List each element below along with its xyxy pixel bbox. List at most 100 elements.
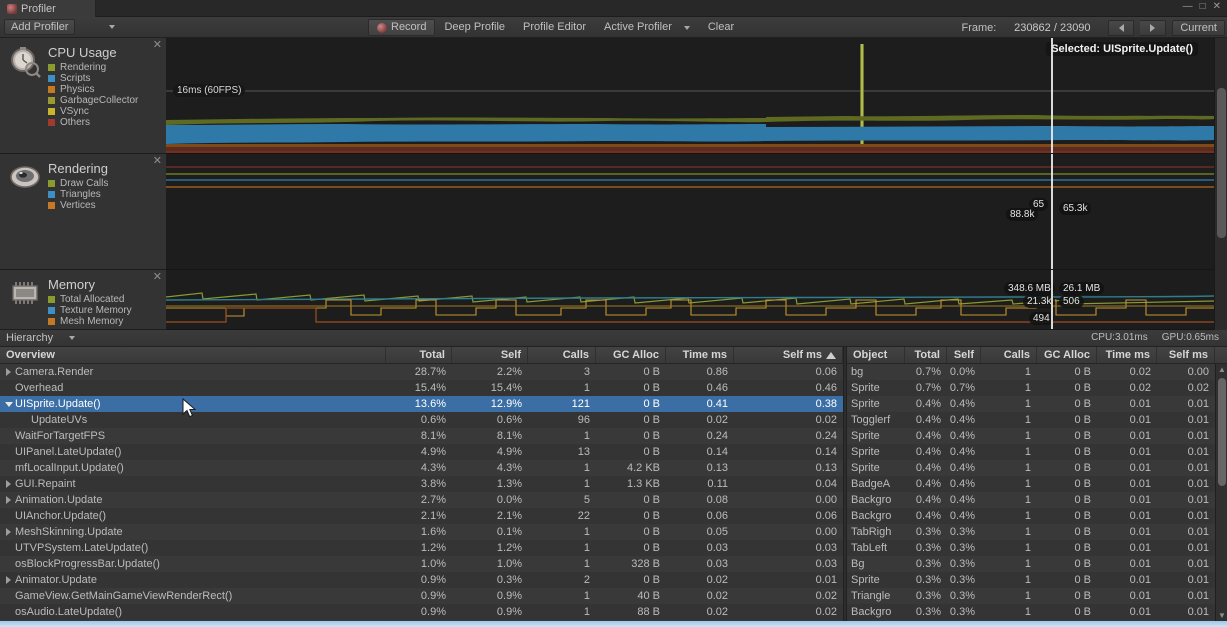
column-overview[interactable]: Overview — [0, 347, 386, 363]
object-scrollbar-thumb[interactable] — [1218, 378, 1226, 486]
legend-vertices[interactable]: Vertices — [48, 200, 108, 211]
column-r-self[interactable]: Self — [947, 347, 981, 363]
column-total[interactable]: Total — [386, 347, 452, 363]
legend-garbagecollector[interactable]: GarbageCollector — [48, 95, 138, 106]
column-r-self-ms[interactable]: Self ms — [1157, 347, 1215, 363]
table-row[interactable]: Sprite 0.7% 0.7% 1 0 B 0.02 0.02 — [847, 380, 1215, 396]
column-r-total[interactable]: Total — [905, 347, 947, 363]
rendering-playhead[interactable] — [1051, 154, 1053, 269]
module-memory-close-icon[interactable]: ✕ — [153, 272, 162, 283]
column-self-ms[interactable]: Self ms — [734, 347, 843, 363]
tab-profiler[interactable]: Profiler — [0, 0, 96, 17]
table-row[interactable]: Animation.Update 2.7% 0.0% 5 0 B 0.08 0.00 — [0, 492, 843, 508]
foldout-expanded-icon[interactable] — [2, 401, 15, 407]
table-row[interactable]: GUI.Repaint 3.8% 1.3% 1 1.3 KB 0.11 0.04 — [0, 476, 843, 492]
module-memory[interactable]: ✕ Memory Total Allocated Texture Memory … — [0, 270, 166, 330]
table-row[interactable]: WaitForTargetFPS 8.1% 8.1% 1 0 B 0.24 0.24 — [0, 428, 843, 444]
column-time-ms[interactable]: Time ms — [666, 347, 734, 363]
table-row[interactable]: osAudio.LateUpdate() 0.9% 0.9% 1 88 B 0.02 0.0… — [0, 604, 843, 620]
module-cpu-close-icon[interactable]: ✕ — [153, 40, 162, 51]
table-row[interactable]: MeshSkinning.Update 1.6% 0.1% 1 0 B 0.05 0.00 — [0, 524, 843, 540]
column-self[interactable]: Self — [452, 347, 528, 363]
column-gc-alloc[interactable]: GC Alloc — [596, 347, 666, 363]
legend-rendering[interactable]: Rendering — [48, 62, 138, 73]
active-profiler-dropdown[interactable]: Active Profiler — [595, 19, 699, 36]
next-frame-button[interactable] — [1140, 19, 1167, 36]
table-row[interactable]: Sprite 0.3% 0.3% 1 0 B 0.01 0.01 — [847, 572, 1215, 588]
table-row[interactable]: Bg 0.3% 0.3% 1 0 B 0.01 0.01 — [847, 556, 1215, 572]
table-row[interactable]: Animator.Update 0.9% 0.3% 2 0 B 0.02 0.01 — [0, 572, 843, 588]
table-row[interactable]: osBlockProgressBar.Update() 1.0% 1.0% 1 328 … — [0, 556, 843, 572]
memory-playhead[interactable] — [1051, 270, 1053, 329]
table-row[interactable]: Camera.Render 28.7% 2.2% 3 0 B 0.86 0.06 — [0, 364, 843, 380]
object-table-body[interactable]: bg 0.7% 0.0% 1 0 B 0.02 0.00 Sprite 0.7% 0.7% 1 0 B… — [847, 364, 1215, 621]
legend-scripts[interactable]: Scripts — [48, 73, 138, 84]
table-row[interactable]: Triangle 0.3% 0.3% 1 0 B 0.01 0.01 — [847, 588, 1215, 604]
table-row[interactable]: TabLeft 0.3% 0.3% 1 0 B 0.01 0.01 — [847, 540, 1215, 556]
legend-others[interactable]: Others — [48, 117, 138, 128]
foldout-collapsed-icon[interactable] — [2, 528, 15, 536]
profile-editor-button[interactable]: Profile Editor — [514, 19, 595, 36]
legend-total-allocated[interactable]: Total Allocated — [48, 294, 132, 305]
add-profiler-dropdown[interactable]: Add Profiler — [4, 19, 76, 35]
table-row[interactable]: UIAnchor.Update() 2.1% 2.1% 22 0 B 0.06 0.06 — [0, 508, 843, 524]
foldout-collapsed-icon[interactable] — [2, 368, 15, 376]
deep-profile-button[interactable]: Deep Profile — [435, 19, 514, 36]
table-row[interactable]: Backgro 0.4% 0.4% 1 0 B 0.01 0.01 — [847, 508, 1215, 524]
cpu-usage-graph[interactable]: 16ms (60FPS) Selected: UISprite.Update() — [166, 38, 1214, 154]
current-frame-button[interactable]: Current — [1172, 19, 1225, 36]
table-row[interactable]: mfLocalInput.Update() 4.3% 4.3% 1 4.2 KB 0.13… — [0, 460, 843, 476]
hierarchy-mode-dropdown[interactable]: Hierarchy — [6, 332, 76, 344]
scroll-up-icon[interactable]: ▲ — [1216, 364, 1227, 375]
prev-frame-button[interactable] — [1108, 19, 1135, 36]
table-row[interactable]: bg 0.7% 0.0% 1 0 B 0.02 0.00 — [847, 364, 1215, 380]
memory-graph[interactable]: 348.6 MB 21.3k 494 26.1 MB 506 — [166, 270, 1214, 330]
column-r-gc-alloc[interactable]: GC Alloc — [1037, 347, 1097, 363]
table-row[interactable]: Backgro 0.3% 0.3% 1 0 B 0.01 0.01 — [847, 604, 1215, 620]
table-row[interactable]: UpdateUVs 0.6% 0.6% 96 0 B 0.02 0.02 — [0, 412, 843, 428]
record-button[interactable]: Record — [368, 19, 436, 36]
module-cpu-usage[interactable]: ✕ CPU Usage Rendering Scripts Physics Ga… — [0, 38, 166, 154]
table-row[interactable]: Sprite 0.4% 0.4% 1 0 B 0.01 0.01 — [847, 460, 1215, 476]
table-row[interactable]: Overhead 15.4% 15.4% 1 0 B 0.46 0.46 — [0, 380, 843, 396]
legend-texture-memory[interactable]: Texture Memory — [48, 305, 132, 316]
table-row[interactable]: UTVPSystem.LateUpdate() 1.2% 1.2% 1 0 B 0.03 0… — [0, 540, 843, 556]
table-row[interactable]: TabRigh 0.3% 0.3% 1 0 B 0.01 0.01 — [847, 524, 1215, 540]
minimize-icon[interactable]: — — [1181, 1, 1195, 13]
table-row[interactable]: UISprite.Update() 13.6% 12.9% 121 0 B 0.41 0.3… — [0, 396, 843, 412]
add-profiler-chevron-down-icon[interactable] — [109, 25, 116, 29]
table-row[interactable]: Togglerf 0.4% 0.4% 1 0 B 0.01 0.01 — [847, 412, 1215, 428]
object-table-scrollbar[interactable]: ▲ ▼ — [1215, 364, 1227, 621]
foldout-collapsed-icon[interactable] — [2, 480, 15, 488]
table-row[interactable]: Backgro 0.4% 0.4% 1 0 B 0.01 0.01 — [847, 492, 1215, 508]
close-icon[interactable]: ✕ — [1211, 1, 1223, 13]
table-row[interactable]: UIPanel.LateUpdate() 4.9% 4.9% 13 0 B 0.14 0.1… — [0, 444, 843, 460]
foldout-collapsed-icon[interactable] — [2, 576, 15, 584]
legend-triangles[interactable]: Triangles — [48, 189, 108, 200]
charts-scrollbar-thumb[interactable] — [1217, 88, 1226, 238]
legend-draw-calls[interactable]: Draw Calls — [48, 178, 108, 189]
column-object[interactable]: Object — [847, 347, 905, 363]
clear-button[interactable]: Clear — [699, 19, 743, 36]
charts-vertical-scrollbar[interactable] — [1214, 38, 1227, 330]
table-row[interactable]: Sprite 0.4% 0.4% 1 0 B 0.01 0.01 — [847, 396, 1215, 412]
legend-physics[interactable]: Physics — [48, 84, 138, 95]
table-row[interactable]: BadgeA 0.4% 0.4% 1 0 B 0.01 0.01 — [847, 476, 1215, 492]
table-row[interactable]: GameView.GetMainGameViewRenderRect() 0.9%… — [0, 588, 843, 604]
record-label: Record — [391, 21, 427, 33]
table-row[interactable]: Sprite 0.4% 0.4% 1 0 B 0.01 0.01 — [847, 444, 1215, 460]
hierarchy-table-body[interactable]: Camera.Render 28.7% 2.2% 3 0 B 0.86 0.06 Overhe… — [0, 364, 843, 621]
legend-mesh-memory[interactable]: Mesh Memory — [48, 316, 132, 327]
scroll-down-icon[interactable]: ▼ — [1216, 610, 1227, 621]
foldout-collapsed-icon[interactable] — [2, 496, 15, 504]
cpu-playhead[interactable] — [1051, 38, 1053, 153]
module-rendering-close-icon[interactable]: ✕ — [153, 156, 162, 167]
module-rendering[interactable]: ✕ Rendering Draw Calls Triangles Vertice… — [0, 154, 166, 270]
table-row[interactable]: Sprite 0.4% 0.4% 1 0 B 0.01 0.01 — [847, 428, 1215, 444]
rendering-graph[interactable]: 65 88.8k 65.3k — [166, 154, 1214, 270]
column-calls[interactable]: Calls — [528, 347, 596, 363]
maximize-icon[interactable]: □ — [1198, 1, 1208, 13]
legend-vsync[interactable]: VSync — [48, 106, 138, 117]
column-r-calls[interactable]: Calls — [981, 347, 1037, 363]
column-r-time-ms[interactable]: Time ms — [1097, 347, 1157, 363]
